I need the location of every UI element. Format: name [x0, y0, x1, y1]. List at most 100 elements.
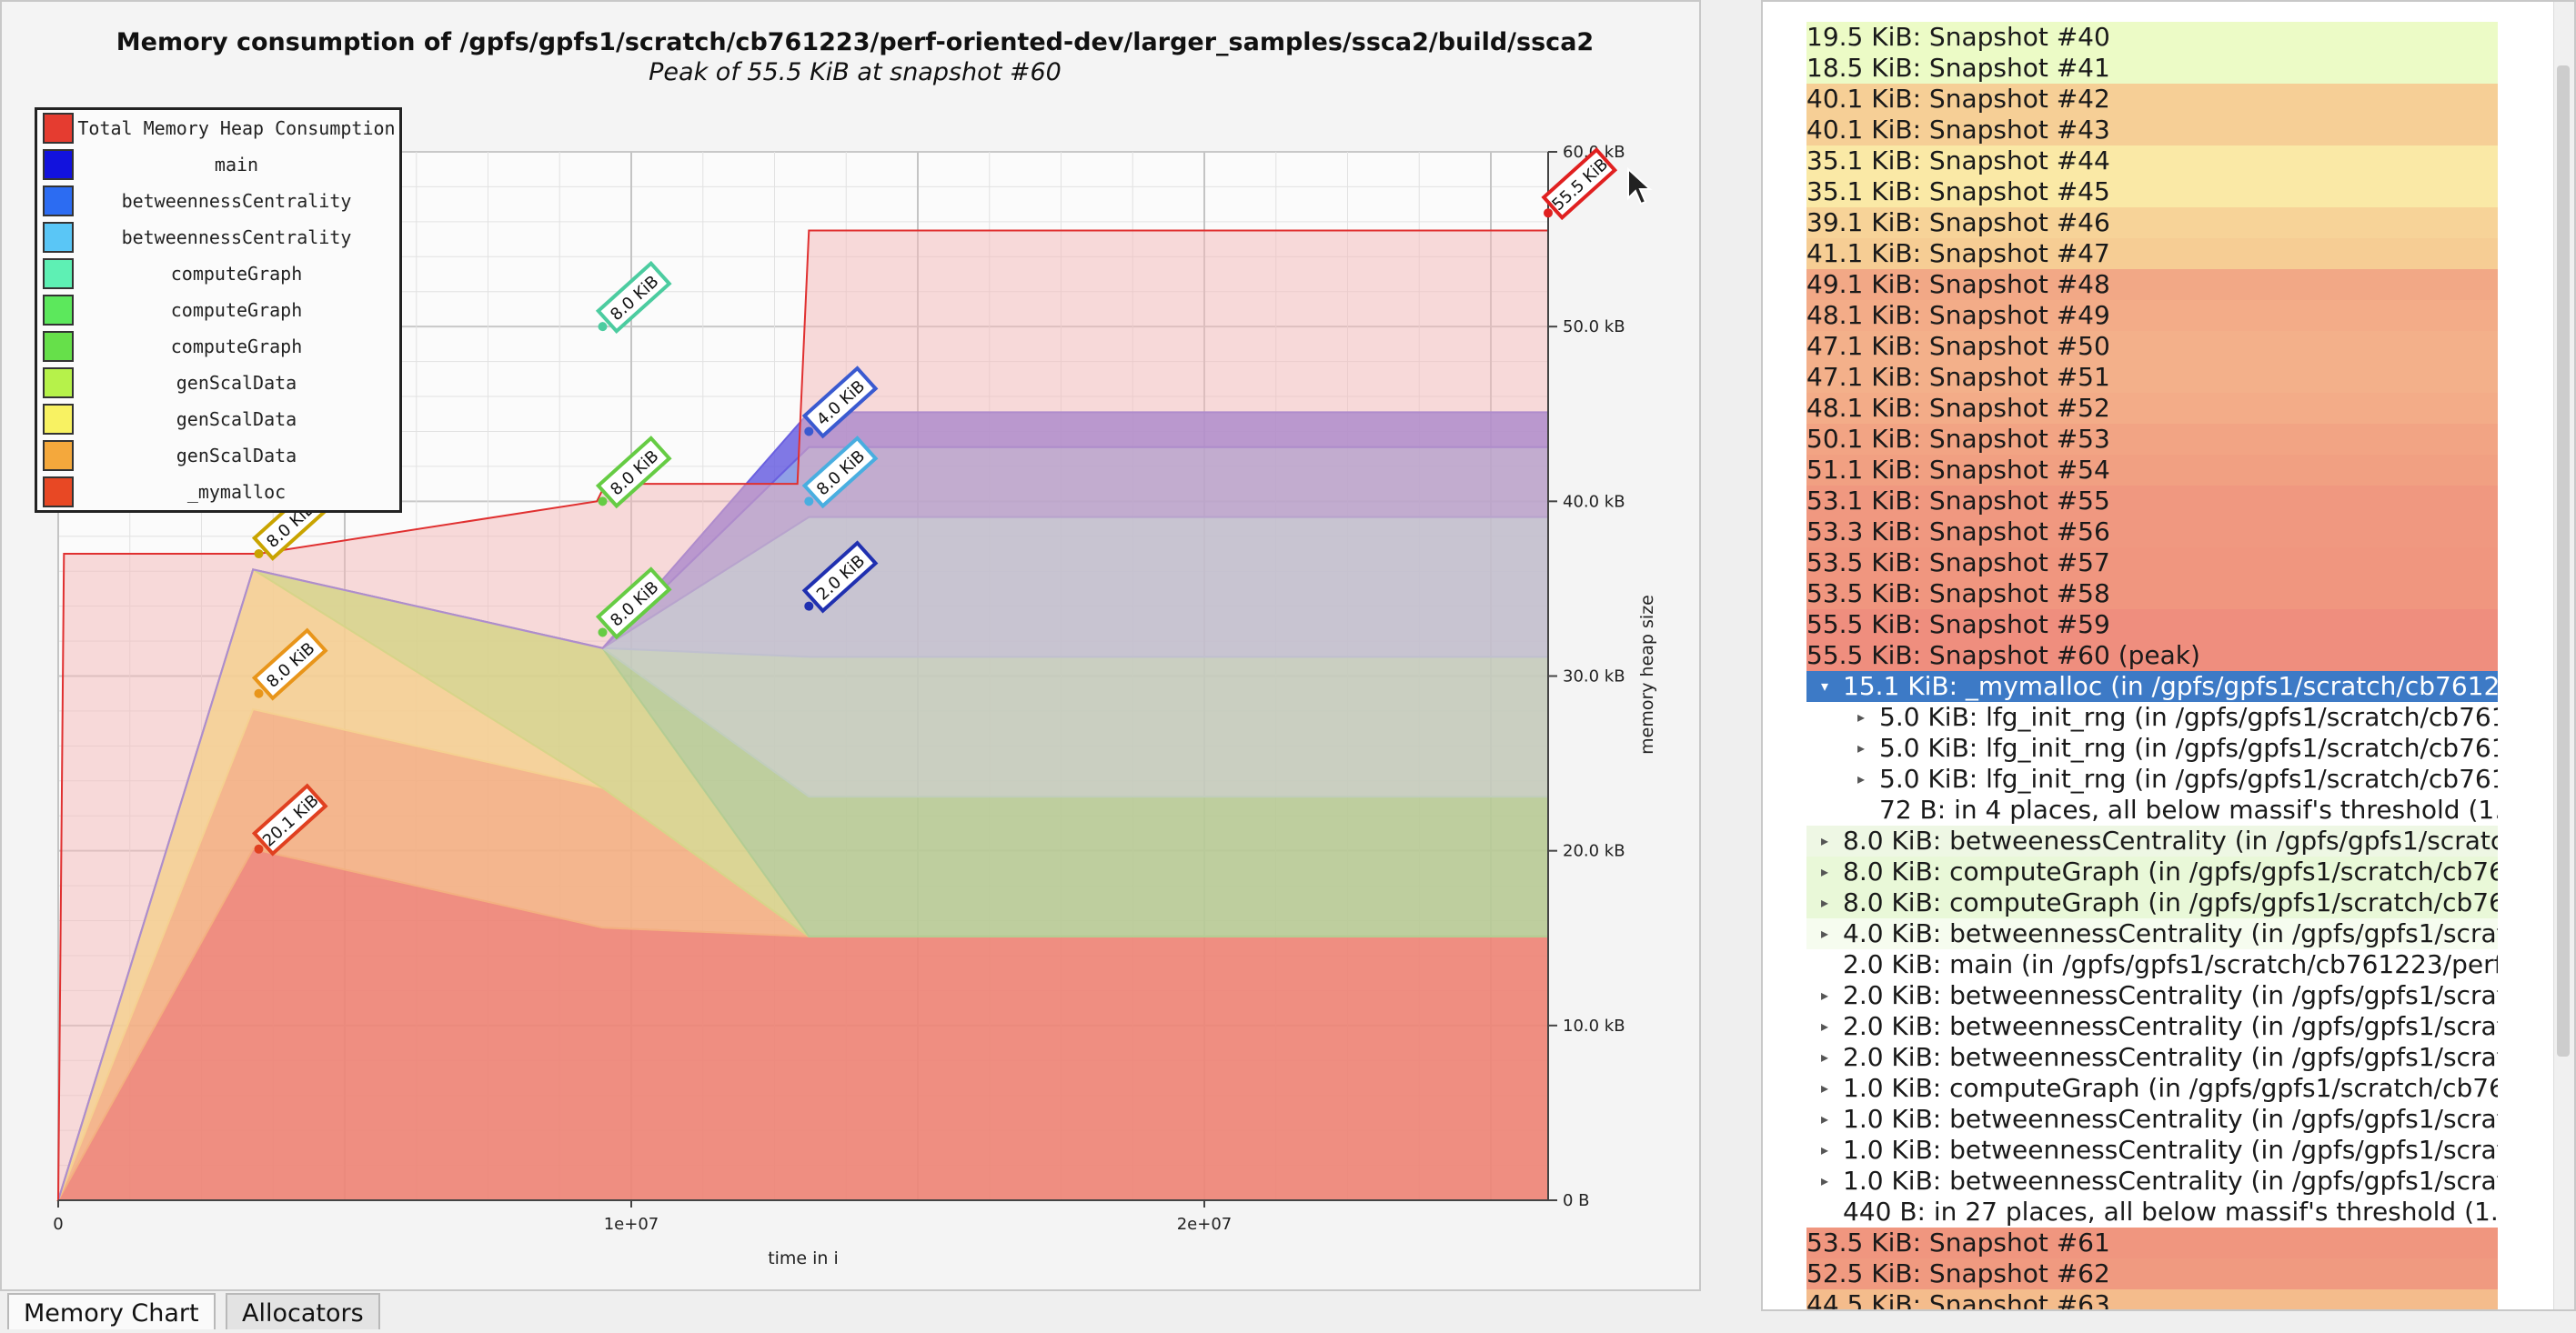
- expand-arrow-icon[interactable]: ▸: [1852, 702, 1870, 733]
- snapshot-row[interactable]: 19.5 KiB: Snapshot #40: [1806, 22, 2498, 53]
- allocation-row[interactable]: ▸ 1.0 KiB: computeGraph (in /gpfs/gpfs1/s…: [1806, 1073, 2498, 1104]
- legend-item: genScalData: [37, 365, 399, 401]
- row-label: 51.1 KiB: Snapshot #54: [1806, 455, 2110, 485]
- row-label: 47.1 KiB: Snapshot #51: [1806, 362, 2110, 392]
- snapshot-row[interactable]: 47.1 KiB: Snapshot #50: [1806, 331, 2498, 362]
- allocation-row[interactable]: 72 B: in 4 places, all below massif's th…: [1806, 795, 2498, 826]
- row-label: 35.1 KiB: Snapshot #45: [1806, 176, 2110, 206]
- snapshot-row[interactable]: 49.1 KiB: Snapshot #48: [1806, 269, 2498, 300]
- allocation-row[interactable]: ▸ 1.0 KiB: betweennessCentrality (in /gpf…: [1806, 1135, 2498, 1166]
- allocation-row[interactable]: ▸ 8.0 KiB: computeGraph (in /gpfs/gpfs1/s…: [1806, 887, 2498, 918]
- snapshot-row[interactable]: 48.1 KiB: Snapshot #49: [1806, 300, 2498, 331]
- row-label: 72 B: in 4 places, all below massif's th…: [1879, 795, 2498, 825]
- row-label: 4.0 KiB: betweennessCentrality (in /gpfs…: [1843, 918, 2498, 948]
- legend-swatch: [43, 149, 74, 180]
- row-label: 47.1 KiB: Snapshot #50: [1806, 331, 2110, 361]
- snapshot-row[interactable]: 50.1 KiB: Snapshot #53: [1806, 424, 2498, 455]
- legend-label: computeGraph: [170, 263, 303, 285]
- allocation-row[interactable]: ▸ 4.0 KiB: betweennessCentrality (in /gpf…: [1806, 918, 2498, 949]
- row-label: 40.1 KiB: Snapshot #43: [1806, 115, 2110, 145]
- legend-item: computeGraph: [37, 256, 399, 292]
- chart-title: Memory consumption of /gpfs/gpfs1/scratc…: [116, 28, 1594, 56]
- expand-arrow-icon[interactable]: ▸: [1816, 1042, 1834, 1073]
- expand-arrow-icon[interactable]: ▸: [1816, 1073, 1834, 1104]
- snapshot-row[interactable]: 51.1 KiB: Snapshot #54: [1806, 455, 2498, 486]
- snapshot-row[interactable]: 40.1 KiB: Snapshot #42: [1806, 84, 2498, 115]
- allocation-row[interactable]: ▸ 2.0 KiB: betweennessCentrality (in /gpf…: [1806, 980, 2498, 1011]
- snapshot-tree: 19.5 KiB: Snapshot #40 18.5 KiB: Snapshot…: [1806, 22, 2498, 1309]
- row-label: 49.1 KiB: Snapshot #48: [1806, 269, 2110, 299]
- snapshot-row[interactable]: 18.5 KiB: Snapshot #41: [1806, 53, 2498, 84]
- row-label: 52.5 KiB: Snapshot #62: [1806, 1258, 2110, 1288]
- snapshot-row[interactable]: 39.1 KiB: Snapshot #46: [1806, 207, 2498, 238]
- row-label: 1.0 KiB: betweennessCentrality (in /gpfs…: [1843, 1166, 2498, 1196]
- snapshot-row[interactable]: 41.1 KiB: Snapshot #47: [1806, 238, 2498, 269]
- expand-arrow-icon[interactable]: ▸: [1816, 1104, 1834, 1135]
- allocation-row[interactable]: 2.0 KiB: main (in /gpfs/gpfs1/scratch/cb…: [1806, 949, 2498, 980]
- allocation-row[interactable]: ▸ 8.0 KiB: computeGraph (in /gpfs/gpfs1/s…: [1806, 857, 2498, 887]
- allocation-row[interactable]: ▸ 2.0 KiB: betweennessCentrality (in /gpf…: [1806, 1011, 2498, 1042]
- legend-swatch: [43, 440, 74, 471]
- tab-memory-chart[interactable]: Memory Chart: [7, 1293, 216, 1329]
- allocation-row[interactable]: ▸ 5.0 KiB: lfg_init_rng (in /gpfs/gpfs1/s…: [1806, 702, 2498, 733]
- expand-arrow-icon[interactable]: ▸: [1816, 918, 1834, 949]
- legend-item: computeGraph: [37, 328, 399, 365]
- legend-label: genScalData: [176, 445, 297, 466]
- legend-swatch: [43, 222, 74, 253]
- snapshot-row[interactable]: 52.5 KiB: Snapshot #62: [1806, 1258, 2498, 1289]
- allocation-row[interactable]: ▸ 2.0 KiB: betweennessCentrality (in /gpf…: [1806, 1042, 2498, 1073]
- allocation-row[interactable]: 440 B: in 27 places, all below massif's …: [1806, 1197, 2498, 1228]
- legend-swatch: [43, 258, 74, 289]
- legend-item: Total Memory Heap Consumption: [37, 110, 399, 146]
- expand-arrow-icon[interactable]: ▸: [1852, 764, 1870, 795]
- allocation-row[interactable]: ▸ 1.0 KiB: betweennessCentrality (in /gpf…: [1806, 1166, 2498, 1197]
- allocation-row[interactable]: ▸ 1.0 KiB: betweennessCentrality (in /gpf…: [1806, 1104, 2498, 1135]
- snapshot-row[interactable]: ▸35.1 KiB: Snapshot #44: [1806, 145, 2498, 176]
- snapshot-row[interactable]: 53.5 KiB: Snapshot #58: [1806, 578, 2498, 609]
- snapshot-row[interactable]: 53.5 KiB: Snapshot #57: [1806, 547, 2498, 578]
- row-label: 5.0 KiB: lfg_init_rng (in /gpfs/gpfs1/sc…: [1879, 733, 2498, 763]
- expand-arrow-icon[interactable]: ▸: [1816, 1135, 1834, 1166]
- snapshot-row[interactable]: 53.5 KiB: Snapshot #61: [1806, 1228, 2498, 1258]
- legend-item: main: [37, 146, 399, 183]
- expand-arrow-icon[interactable]: ▾: [1816, 671, 1834, 702]
- snapshot-row[interactable]: 53.3 KiB: Snapshot #56: [1806, 516, 2498, 547]
- y-tick-label: 50.0 kB: [1563, 317, 1625, 336]
- expand-arrow-icon[interactable]: ▸: [1816, 1011, 1834, 1042]
- snapshot-row[interactable]: 40.1 KiB: Snapshot #43: [1806, 115, 2498, 145]
- tree-vertical-scrollbar[interactable]: [2553, 2, 2574, 1309]
- snapshot-row[interactable]: ▾55.5 KiB: Snapshot #60 (peak): [1806, 640, 2498, 671]
- snapshot-row[interactable]: 55.5 KiB: Snapshot #59: [1806, 609, 2498, 640]
- allocation-row[interactable]: ▸ 5.0 KiB: lfg_init_rng (in /gpfs/gpfs1/s…: [1806, 733, 2498, 764]
- tab-allocators[interactable]: Allocators: [226, 1293, 380, 1329]
- allocation-row[interactable]: ▸ 5.0 KiB: lfg_init_rng (in /gpfs/gpfs1/s…: [1806, 764, 2498, 795]
- row-label: 53.5 KiB: Snapshot #61: [1806, 1228, 2110, 1258]
- snapshot-row[interactable]: 47.1 KiB: Snapshot #51: [1806, 362, 2498, 393]
- snapshot-row[interactable]: ▸48.1 KiB: Snapshot #52: [1806, 393, 2498, 424]
- expand-arrow-icon[interactable]: ▸: [1816, 980, 1834, 1011]
- x-axis-label: time in i: [768, 1248, 839, 1268]
- expand-arrow-icon[interactable]: ▸: [1816, 826, 1834, 857]
- scrollbar-thumb[interactable]: [2557, 65, 2570, 1057]
- allocation-row[interactable]: ▸ 8.0 KiB: betweenessCentrality (in /gpfs…: [1806, 826, 2498, 857]
- expand-arrow-icon[interactable]: ▸: [1816, 1166, 1834, 1197]
- expand-arrow-icon[interactable]: ▸: [1816, 857, 1834, 887]
- bottom-tab-bar: Memory Chart Allocators: [0, 1291, 1701, 1329]
- legend-label: main: [214, 154, 259, 175]
- legend-swatch: [43, 404, 74, 435]
- expand-arrow-icon[interactable]: ▸: [1816, 887, 1834, 918]
- y-tick-label: 10.0 kB: [1563, 1017, 1625, 1036]
- legend-label: betweennessCentrality: [121, 190, 352, 212]
- snapshot-row[interactable]: 35.1 KiB: Snapshot #45: [1806, 176, 2498, 207]
- row-label: 55.5 KiB: Snapshot #59: [1806, 609, 2110, 639]
- snapshot-row[interactable]: 44.5 KiB: Snapshot #63: [1806, 1289, 2498, 1309]
- row-label: 53.5 KiB: Snapshot #57: [1806, 547, 2110, 577]
- legend-label: genScalData: [176, 408, 297, 430]
- row-label: 48.1 KiB: Snapshot #49: [1806, 300, 2110, 330]
- snapshot-row[interactable]: 53.1 KiB: Snapshot #55: [1806, 486, 2498, 516]
- legend-label: betweennessCentrality: [121, 226, 352, 248]
- expand-arrow-icon[interactable]: ▸: [1852, 733, 1870, 764]
- allocation-row[interactable]: ▾ 15.1 KiB: _mymalloc (in /gpfs/gpfs1/scr…: [1806, 671, 2498, 702]
- row-label: 53.5 KiB: Snapshot #58: [1806, 578, 2110, 608]
- y-tick-label: 20.0 kB: [1563, 842, 1625, 861]
